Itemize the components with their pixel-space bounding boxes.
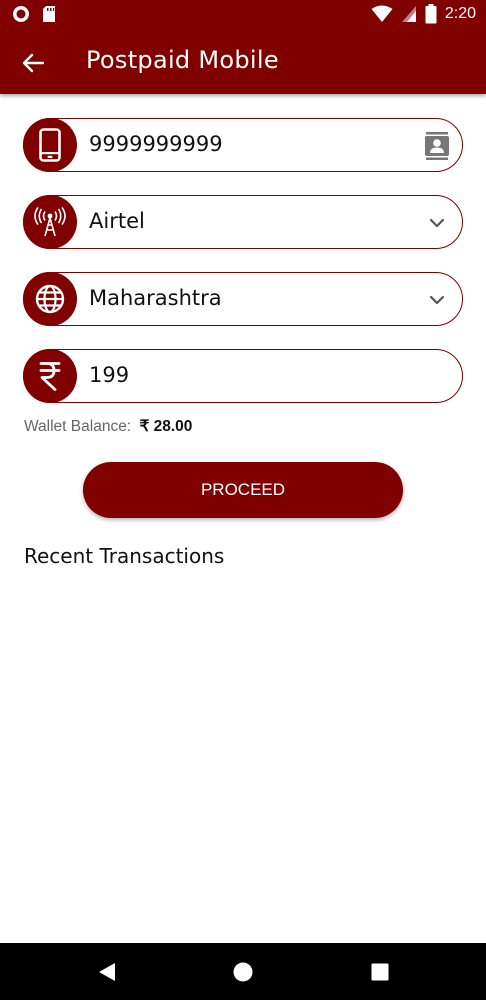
wallet-balance-label: Wallet Balance: — [24, 418, 132, 435]
notification-record-icon — [13, 6, 29, 22]
nav-back-button[interactable] — [96, 961, 118, 983]
operator-badge — [22, 194, 77, 249]
circle-home-icon — [233, 962, 253, 982]
signal-tower-icon — [33, 206, 66, 236]
nav-recents-button[interactable] — [369, 961, 391, 983]
sd-card-icon — [43, 6, 55, 22]
chevron-down-icon — [429, 218, 445, 228]
wallet-balance-amount: ₹ 28.00 — [139, 418, 193, 435]
arrow-left-icon — [22, 53, 44, 73]
amount-input[interactable] — [89, 363, 399, 387]
triangle-back-icon — [99, 963, 115, 981]
circle-select[interactable]: Maharashtra — [22, 271, 463, 326]
back-button[interactable] — [18, 48, 48, 78]
proceed-button[interactable]: PROCEED — [83, 462, 403, 518]
contacts-icon — [425, 132, 449, 160]
signal-icon — [401, 6, 416, 22]
page-title: Postpaid Mobile — [86, 46, 279, 74]
mobile-number-field[interactable] — [22, 117, 463, 172]
operator-dropdown-toggle[interactable] — [424, 210, 450, 236]
wifi-icon — [371, 5, 393, 22]
chevron-down-icon — [429, 295, 445, 305]
circle-value: Maharashtra — [89, 286, 222, 310]
square-recents-icon — [371, 963, 389, 981]
rupee-icon — [39, 361, 60, 391]
circle-dropdown-toggle[interactable] — [424, 287, 450, 313]
app-bar: Postpaid Mobile — [0, 30, 486, 94]
status-bar: 2:20 — [0, 0, 486, 30]
circle-badge — [22, 271, 77, 326]
wallet-balance: Wallet Balance: ₹ 28.00 — [24, 417, 192, 436]
amount-field[interactable] — [22, 348, 463, 403]
contacts-button[interactable] — [424, 132, 450, 160]
recent-transactions-title: Recent Transactions — [24, 544, 225, 568]
mobile-badge — [22, 117, 77, 172]
mobile-number-input[interactable] — [89, 132, 399, 156]
operator-select[interactable]: Airtel — [22, 194, 463, 249]
smartphone-icon — [38, 127, 61, 162]
battery-icon — [425, 4, 437, 24]
nav-home-button[interactable] — [232, 961, 254, 983]
navigation-bar — [0, 943, 486, 1000]
status-time: 2:20 — [444, 5, 476, 22]
globe-icon — [35, 284, 64, 313]
amount-badge — [22, 348, 77, 403]
operator-value: Airtel — [89, 209, 145, 233]
